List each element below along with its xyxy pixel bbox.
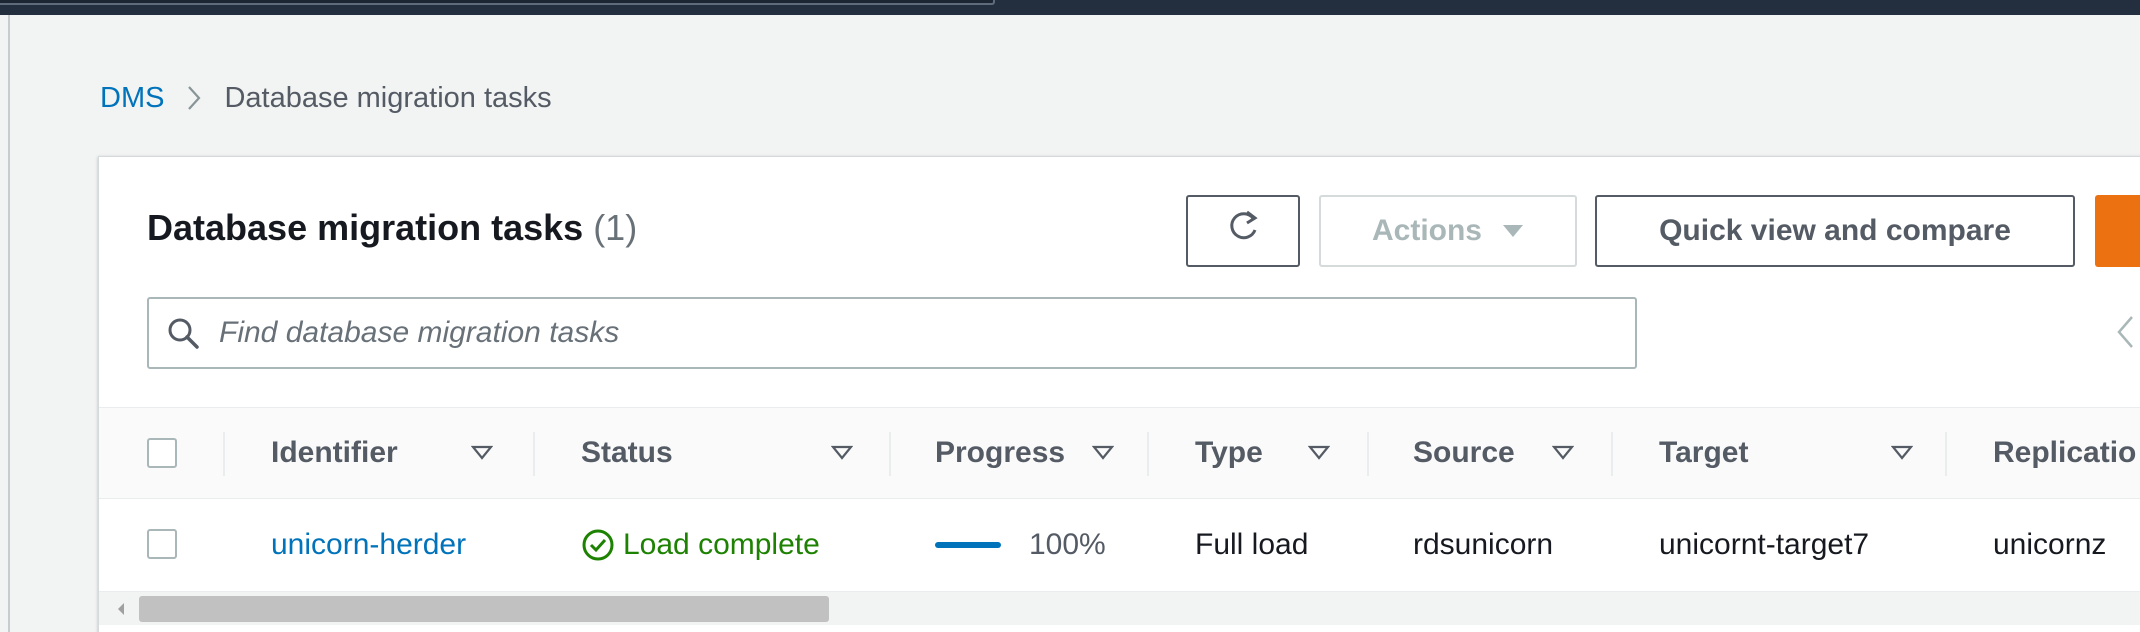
actions-label: Actions bbox=[1371, 214, 1482, 247]
chevron-right-icon bbox=[186, 84, 202, 112]
task-identifier-link[interactable]: unicorn-herder bbox=[271, 499, 466, 591]
breadcrumb: DMS Database migration tasks bbox=[100, 80, 552, 116]
create-task-button[interactable] bbox=[2095, 195, 2140, 267]
caret-down-icon bbox=[1502, 223, 1524, 239]
source-cell: rdsunicorn bbox=[1413, 528, 1554, 561]
row-select-checkbox[interactable] bbox=[147, 529, 177, 559]
tasks-table-panel: Database migration tasks (1) Actions Qui… bbox=[98, 156, 2140, 632]
column-divider bbox=[1945, 432, 1947, 476]
column-label: Status bbox=[581, 436, 673, 469]
actions-dropdown[interactable]: Actions bbox=[1319, 195, 1577, 267]
column-header-replication[interactable]: Replicatio bbox=[1993, 408, 2140, 498]
scroll-left-arrow-icon[interactable] bbox=[111, 599, 131, 619]
sort-icon[interactable] bbox=[1891, 445, 1913, 461]
type-cell: Full load bbox=[1195, 528, 1309, 561]
panel-title-text: Database migration tasks bbox=[147, 207, 584, 248]
progress-bar bbox=[935, 542, 1001, 548]
search-icon bbox=[165, 315, 201, 351]
column-header-type[interactable]: Type bbox=[1195, 408, 1375, 498]
search-input[interactable] bbox=[219, 316, 1599, 350]
top-search-field[interactable] bbox=[0, 0, 995, 5]
quick-view-compare-button[interactable]: Quick view and compare bbox=[1595, 195, 2075, 267]
table-header: Identifier Status Progress Type Source T… bbox=[99, 407, 2140, 499]
column-label: Source bbox=[1413, 436, 1515, 469]
sort-icon[interactable] bbox=[471, 445, 493, 461]
column-header-source[interactable]: Source bbox=[1413, 408, 1613, 498]
column-divider bbox=[889, 432, 891, 476]
task-count: (1) bbox=[593, 207, 638, 248]
sort-icon[interactable] bbox=[1308, 445, 1330, 461]
status-text: Load complete bbox=[623, 528, 820, 561]
column-label: Type bbox=[1195, 436, 1263, 469]
status-cell: Load complete bbox=[581, 499, 820, 591]
column-divider bbox=[533, 432, 535, 476]
replication-cell: unicornz bbox=[1993, 528, 2107, 561]
column-header-identifier[interactable]: Identifier bbox=[271, 408, 525, 498]
column-header-progress[interactable]: Progress bbox=[935, 408, 1145, 498]
refresh-button[interactable] bbox=[1186, 195, 1300, 267]
column-label: Target bbox=[1659, 436, 1749, 469]
panel-title: Database migration tasks (1) bbox=[147, 207, 637, 249]
column-divider bbox=[1147, 432, 1149, 476]
scrollbar-thumb[interactable] bbox=[139, 596, 829, 622]
refresh-icon bbox=[1224, 208, 1262, 254]
breadcrumb-current: Database migration tasks bbox=[224, 81, 552, 114]
check-circle-icon bbox=[581, 528, 615, 562]
quick-view-label: Quick view and compare bbox=[1659, 214, 2011, 247]
target-cell: unicornt-target7 bbox=[1659, 528, 1870, 561]
horizontal-scrollbar[interactable] bbox=[99, 591, 2140, 625]
sort-icon[interactable] bbox=[831, 445, 853, 461]
column-divider bbox=[223, 432, 225, 476]
column-divider bbox=[1611, 432, 1613, 476]
pagination-previous-button[interactable] bbox=[2105, 309, 2140, 359]
column-header-target[interactable]: Target bbox=[1659, 408, 1939, 498]
top-navigation-bar bbox=[0, 0, 2140, 15]
column-label: Identifier bbox=[271, 436, 398, 469]
column-divider bbox=[1367, 432, 1369, 476]
progress-cell: 100% bbox=[935, 499, 1106, 591]
table-row[interactable]: unicorn-herder Load complete 100% Full l… bbox=[99, 499, 2140, 591]
side-navigation-rail[interactable] bbox=[0, 15, 10, 632]
breadcrumb-dms-link[interactable]: DMS bbox=[100, 82, 164, 115]
sort-icon[interactable] bbox=[1092, 445, 1114, 461]
column-label: Progress bbox=[935, 436, 1066, 469]
chevron-left-icon bbox=[2115, 314, 2135, 355]
column-header-status[interactable]: Status bbox=[581, 408, 881, 498]
select-all-checkbox[interactable] bbox=[147, 438, 177, 468]
progress-text: 100% bbox=[1029, 528, 1106, 561]
column-label: Replicatio bbox=[1993, 436, 2137, 469]
sort-icon[interactable] bbox=[1552, 445, 1574, 461]
search-field[interactable] bbox=[147, 297, 1637, 369]
